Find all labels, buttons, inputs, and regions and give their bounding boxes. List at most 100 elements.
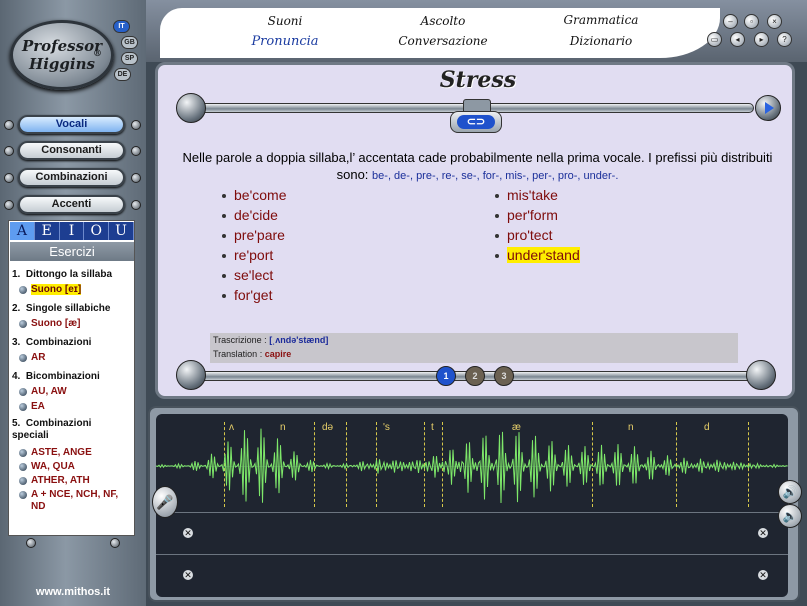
category-combinazioni-button[interactable]: Combinazioni: [18, 168, 125, 187]
language-button-de[interactable]: DE: [114, 68, 131, 81]
microphone-icon[interactable]: 🎤: [152, 486, 178, 518]
bolt-icon: [131, 146, 141, 156]
translation-label: Translation :: [213, 349, 263, 359]
bolt-icon: [26, 538, 36, 548]
step-2-button[interactable]: 2: [465, 366, 485, 386]
category-vocali-button[interactable]: Vocali: [18, 115, 125, 134]
bolt-icon: [4, 146, 14, 156]
transcription-label: Trascrizione :: [213, 335, 267, 345]
word-item[interactable]: pro'tect: [493, 225, 693, 245]
menu-ascolto[interactable]: Ascolto: [388, 14, 498, 28]
step-1-button[interactable]: 1: [436, 366, 456, 386]
step-3-button[interactable]: 3: [494, 366, 514, 386]
vowel-tab-e[interactable]: E: [35, 222, 60, 240]
website-link[interactable]: www.mithos.it: [0, 586, 146, 598]
word-item[interactable]: de'cide: [220, 205, 420, 225]
language-button-it[interactable]: IT: [113, 20, 130, 33]
forward-icon[interactable]: ▸: [754, 32, 769, 47]
word-list-right: mis'take per'form pro'tect under'stand: [493, 185, 693, 265]
back-icon[interactable]: ◂: [730, 32, 745, 47]
word-item[interactable]: pre'pare: [220, 225, 420, 245]
speaker-icon[interactable]: 🔈: [778, 504, 802, 528]
vowel-tab-a[interactable]: A: [10, 222, 35, 240]
bolt-icon: [4, 200, 14, 210]
exercise-item-label: AU, AW: [31, 386, 67, 397]
exercise-item[interactable]: AR: [19, 352, 45, 364]
exercise-item[interactable]: ATHER, ATH: [19, 475, 90, 487]
exercise-item[interactable]: Suono [eɪ]: [19, 284, 82, 296]
menu-dizionario[interactable]: Dizionario: [546, 34, 656, 48]
lesson-instructions: Nelle parole a doppia sillaba,l’ accenta…: [170, 149, 785, 185]
word-item[interactable]: mis'take: [493, 185, 693, 205]
play-button[interactable]: [755, 95, 781, 121]
menu-grammatica[interactable]: Grammatica: [546, 13, 656, 27]
waveform-graph: [156, 428, 788, 504]
restore-icon[interactable]: ▫: [744, 14, 759, 29]
word-item[interactable]: be'come: [220, 185, 420, 205]
track-marker-icon[interactable]: ✕: [758, 528, 768, 538]
exercise-title: Bicombinazioni: [25, 371, 100, 382]
track-marker-icon[interactable]: ✕: [758, 570, 768, 580]
exercise-item-label: Suono [eɪ]: [31, 284, 82, 295]
exercise-number: 1.: [12, 269, 21, 280]
exercise-group-2: 2. Singole sillabiche: [12, 303, 110, 315]
bolt-icon: [110, 538, 120, 548]
bolt-icon: [131, 200, 141, 210]
menu-conversazione[interactable]: Conversazione: [388, 34, 498, 48]
language-button-gb[interactable]: GB: [121, 36, 138, 49]
exercise-number: 4.: [12, 371, 21, 382]
exercise-group-5: 5. Combinazioni speciali: [12, 418, 112, 442]
exercise-item[interactable]: ASTE, ANGE: [19, 447, 92, 459]
close-icon[interactable]: ×: [767, 14, 782, 29]
category-accenti-button[interactable]: Accenti: [18, 195, 125, 214]
vowel-tab-i[interactable]: I: [60, 222, 85, 240]
vowel-tabs: A E I O U: [10, 222, 134, 240]
exercise-item[interactable]: EA: [19, 401, 45, 413]
exercise-title: Singole sillabiche: [25, 303, 111, 314]
exercise-item[interactable]: AU, AW: [19, 386, 67, 398]
bolt-icon: [131, 173, 141, 183]
rail-end-knob: [746, 360, 776, 390]
exercise-title: Dittongo la sillaba: [25, 269, 113, 280]
selected-word: under'stand: [507, 247, 580, 263]
repeat-button[interactable]: ⊂⊃: [450, 111, 502, 133]
vowel-tab-o[interactable]: O: [84, 222, 110, 240]
language-button-sp[interactable]: SP: [121, 52, 138, 65]
exercise-item-label: Suono [æ]: [31, 318, 81, 329]
exercise-number: 3.: [12, 337, 21, 348]
vowel-tab-u[interactable]: U: [109, 222, 134, 240]
transcription-value: [ˌʌndə'stænd]: [269, 335, 329, 345]
exercise-item-label: WA, QUA: [31, 461, 75, 472]
help-icon[interactable]: ?: [777, 32, 792, 47]
word-item[interactable]: re'port: [220, 245, 420, 265]
exercise-group-1: 1. Dittongo la sillaba: [12, 269, 112, 281]
waveform-display[interactable]: ʌ n də 's t æ n d ✕ ✕ ✕ ✕: [156, 414, 788, 597]
exercises-header: Esercizi: [10, 242, 134, 261]
exercise-title: Combinazioni: [25, 337, 92, 348]
category-consonanti-button[interactable]: Consonanti: [18, 141, 125, 160]
exercise-item[interactable]: WA, QUA: [19, 461, 75, 473]
word-item-selected[interactable]: under'stand: [493, 245, 693, 265]
word-item[interactable]: se'lect: [220, 265, 420, 285]
rail-end-knob: [176, 360, 206, 390]
minimize-icon[interactable]: –: [723, 14, 738, 29]
exercise-number: 2.: [12, 303, 21, 314]
bolt-icon: [131, 120, 141, 130]
track-marker-icon[interactable]: ✕: [183, 528, 193, 538]
speaker-icon[interactable]: 🔊: [778, 480, 802, 504]
menu-suoni[interactable]: Suoni: [230, 14, 340, 28]
word-item[interactable]: per'form: [493, 205, 693, 225]
exercise-item[interactable]: Suono [æ]: [19, 318, 80, 330]
exercise-title: Combinazioni speciali: [12, 418, 92, 441]
menu-pronuncia[interactable]: Pronuncia: [230, 34, 340, 49]
exercise-item[interactable]: A + NCE, NCH, NF, ND: [19, 489, 129, 513]
waveform-panel: ʌ n də 's t æ n d ✕ ✕ ✕ ✕: [148, 406, 800, 602]
word-item[interactable]: for'get: [220, 285, 420, 305]
exercise-number: 5.: [12, 418, 21, 429]
track-marker-icon[interactable]: ✕: [183, 570, 193, 580]
lesson-title: Stress: [439, 67, 517, 93]
word-list-left: be'come de'cide pre'pare re'port se'lect…: [220, 185, 420, 305]
left-panel: Professor Higgins ® IT GB SP DE Vocali C…: [0, 0, 146, 606]
exercise-item-label: ATHER, ATH: [31, 475, 90, 486]
print-icon[interactable]: ▭: [707, 32, 722, 47]
